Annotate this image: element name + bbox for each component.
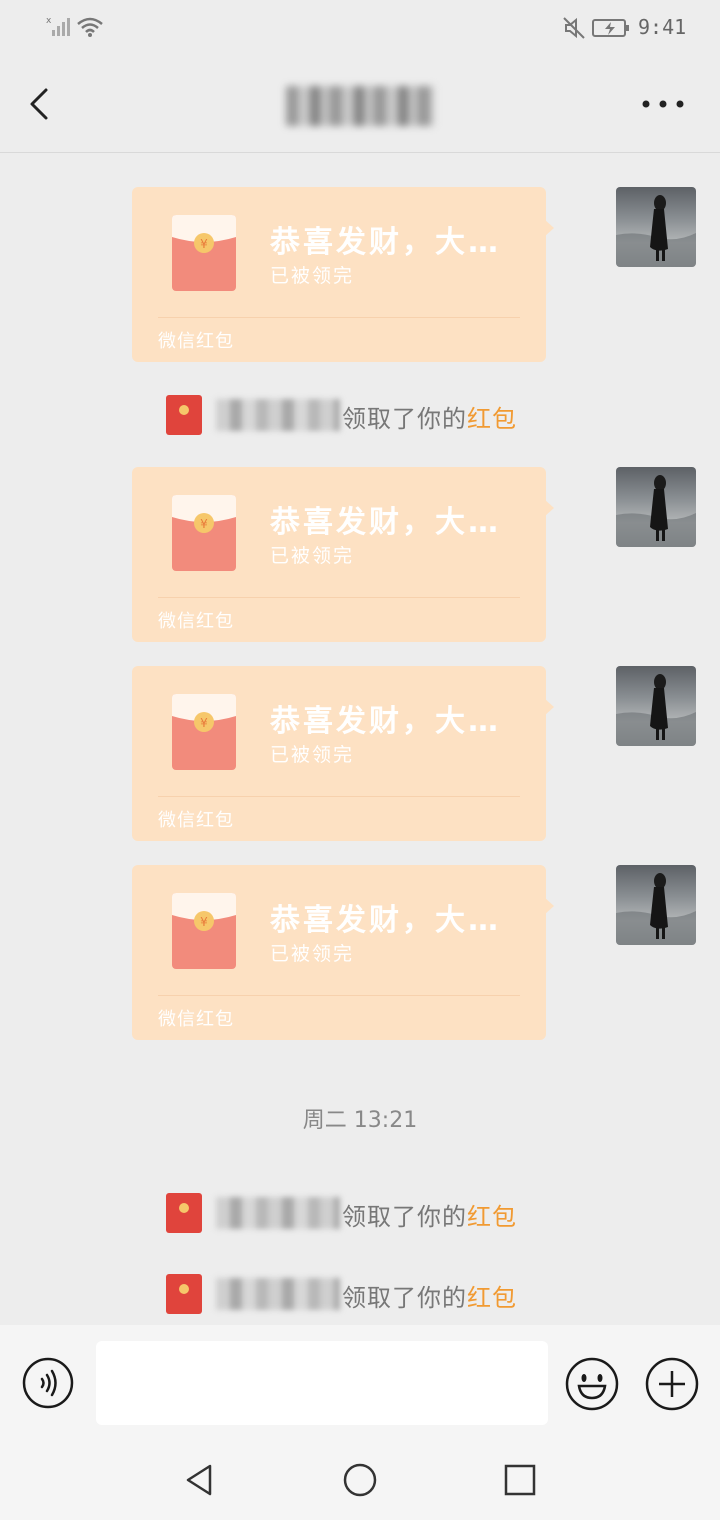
red-packet-footer: 微信红包: [158, 810, 234, 831]
system-text: 领取了你的: [342, 1284, 467, 1312]
red-packet-link[interactable]: 红包: [467, 1203, 517, 1231]
voice-icon[interactable]: [22, 1357, 74, 1409]
avatar-image: [616, 195, 696, 267]
avatar[interactable]: [616, 467, 696, 547]
red-packet-title: 恭喜发财，大…: [270, 903, 501, 938]
wifi-icon: [77, 17, 103, 37]
system-message-text: 领取了你的红包: [342, 1197, 517, 1232]
recent-square-icon[interactable]: [500, 1460, 540, 1500]
red-packet-message: ¥ 恭喜发财，大… 已被领完 微信红包: [0, 666, 720, 846]
svg-text:¥: ¥: [200, 237, 208, 251]
red-packet-status: 已被领完: [270, 265, 355, 287]
red-envelope-icon: ¥: [172, 495, 236, 571]
divider: [158, 317, 520, 318]
divider: [158, 995, 520, 996]
input-bar: [0, 1325, 720, 1440]
red-packet-footer: 微信红包: [158, 331, 234, 352]
svg-text:¥: ¥: [200, 915, 208, 929]
bubble-tail: [544, 897, 554, 915]
bubble-tail: [544, 499, 554, 517]
divider: [158, 597, 520, 598]
receiver-name: [216, 399, 340, 431]
red-packet-message: ¥ 恭喜发财，大… 已被领完 微信红包: [0, 467, 720, 647]
red-packet-small-icon: [166, 1193, 202, 1233]
red-packet-card[interactable]: ¥ 恭喜发财，大… 已被领完 微信红包: [132, 187, 546, 362]
red-packet-card[interactable]: ¥ 恭喜发财，大… 已被领完 微信红包: [132, 865, 546, 1040]
avatar-image: [616, 674, 696, 746]
battery-charging-icon: [592, 19, 629, 37]
red-packet-title: 恭喜发财，大…: [270, 505, 501, 540]
system-message-text: 领取了你的红包: [342, 399, 517, 434]
red-packet-small-icon: [166, 395, 202, 435]
red-packet-message: ¥ 恭喜发财，大… 已被领完 微信红包: [0, 865, 720, 1045]
message-list[interactable]: ¥ 恭喜发财，大… 已被领完 微信红包 领取了你的红包 ¥ 恭喜发财，大… 已被…: [0, 153, 720, 1325]
time-divider: 周二 13:21: [302, 1108, 418, 1133]
message-input[interactable]: [96, 1341, 548, 1425]
red-packet-link[interactable]: 红包: [467, 405, 517, 433]
more-icon[interactable]: [638, 86, 688, 122]
avatar[interactable]: [616, 187, 696, 267]
red-envelope-icon: ¥: [172, 215, 236, 291]
system-text: 领取了你的: [342, 405, 467, 433]
system-text: 领取了你的: [342, 1203, 467, 1231]
svg-text:¥: ¥: [200, 716, 208, 730]
red-envelope-icon: ¥: [172, 893, 236, 969]
system-navigation-bar: [0, 1440, 720, 1520]
red-packet-title: 恭喜发财，大…: [270, 704, 501, 739]
divider: [158, 796, 520, 797]
emoji-icon[interactable]: [565, 1357, 619, 1411]
chevron-left-icon[interactable]: [20, 82, 60, 126]
red-packet-status: 已被领完: [270, 744, 355, 766]
signal-icon: x: [46, 16, 70, 36]
red-packet-status: 已被领完: [270, 943, 355, 965]
red-packet-link[interactable]: 红包: [467, 1284, 517, 1312]
receiver-name: [216, 1197, 340, 1229]
red-packet-small-icon: [166, 1274, 202, 1314]
status-bar: x 9:41: [0, 0, 720, 56]
red-envelope-icon: ¥: [172, 694, 236, 770]
red-packet-message: ¥ 恭喜发财，大… 已被领完 微信红包: [0, 187, 720, 367]
chat-header: [0, 56, 720, 153]
bubble-tail: [544, 219, 554, 237]
receiver-name: [216, 1278, 340, 1310]
system-message: 领取了你的红包: [0, 393, 720, 437]
system-message: 领取了你的红包: [0, 1191, 720, 1235]
red-packet-footer: 微信红包: [158, 1009, 234, 1030]
avatar-image: [616, 873, 696, 945]
plus-icon[interactable]: [645, 1357, 699, 1411]
chat-title: [286, 86, 434, 126]
red-packet-card[interactable]: ¥ 恭喜发财，大… 已被领完 微信红包: [132, 666, 546, 841]
svg-text:x: x: [46, 16, 52, 26]
red-packet-footer: 微信红包: [158, 611, 234, 632]
back-triangle-icon[interactable]: [180, 1460, 220, 1500]
svg-text:¥: ¥: [200, 517, 208, 531]
mute-icon: [563, 17, 585, 39]
avatar[interactable]: [616, 666, 696, 746]
red-packet-status: 已被领完: [270, 545, 355, 567]
red-packet-card[interactable]: ¥ 恭喜发财，大… 已被领完 微信红包: [132, 467, 546, 642]
red-packet-title: 恭喜发财，大…: [270, 225, 501, 260]
system-message-text: 领取了你的红包: [342, 1278, 517, 1313]
home-circle-icon[interactable]: [340, 1460, 380, 1500]
avatar[interactable]: [616, 865, 696, 945]
system-message: 领取了你的红包: [0, 1272, 720, 1316]
avatar-image: [616, 475, 696, 547]
bubble-tail: [544, 698, 554, 716]
status-time: 9:41: [638, 15, 687, 39]
